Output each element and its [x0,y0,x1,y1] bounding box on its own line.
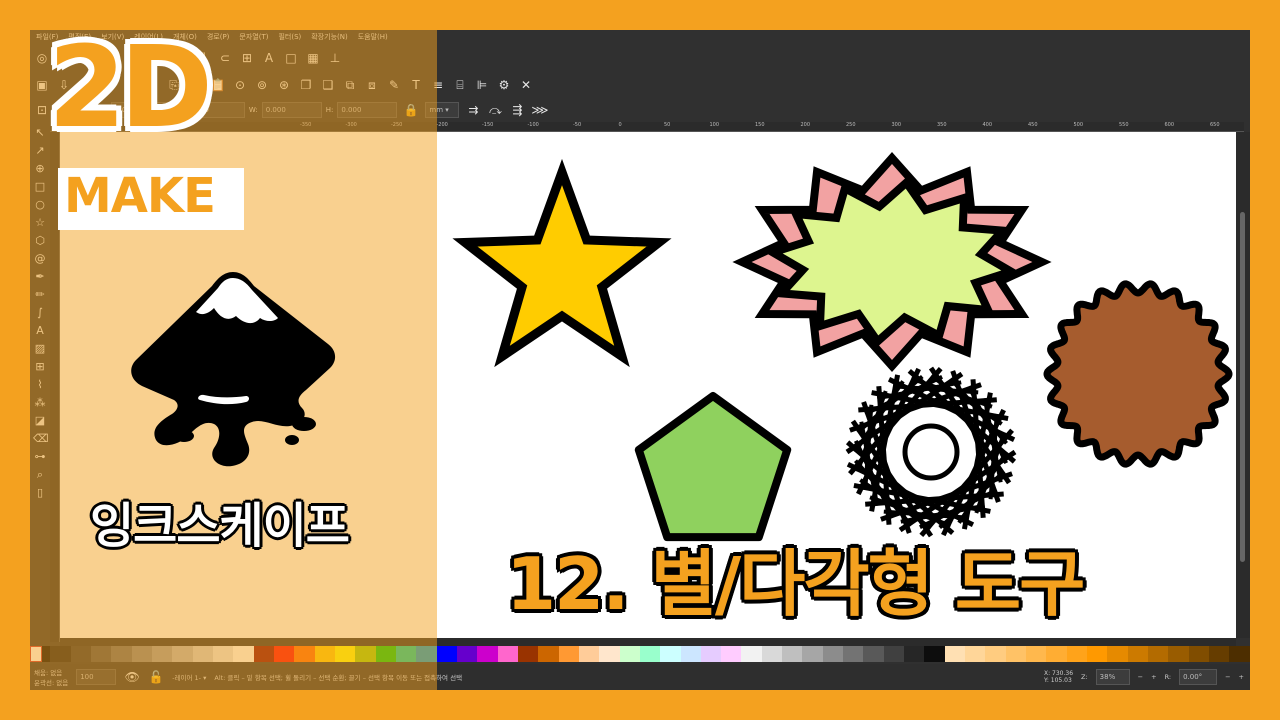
palette-swatch[interactable] [1127,646,1149,662]
zoom-label: Z: [1081,673,1088,681]
palette-swatch[interactable] [985,646,1006,662]
palette-swatch[interactable] [497,646,518,662]
move-gradient-icon[interactable]: ⇶ [509,102,525,118]
ruler-tick-label: 300 [891,122,902,128]
ruler-tick-label: 500 [1073,122,1084,128]
y-label: Y: [1043,677,1049,684]
five-point-star-shape[interactable] [452,158,672,368]
palette-swatch[interactable] [1107,646,1128,662]
ruler-tick-label: 550 [1119,122,1129,128]
rotate-value: 0.00° [1183,673,1203,681]
palette-swatch[interactable] [1168,646,1189,662]
lesson-title: 12. 별/다각형 도구 [506,542,1085,626]
ruler-tick-label: -100 [527,122,539,128]
palette-swatch[interactable] [477,646,498,662]
palette-swatch[interactable] [538,646,559,662]
palette-swatch[interactable] [599,646,620,662]
palette-swatch[interactable] [1188,646,1210,662]
palette-swatch[interactable] [843,646,864,662]
y-value: 105.03 [1050,677,1072,684]
rotate-label: R: [1164,673,1172,681]
palette-swatch[interactable] [1229,646,1250,662]
palette-swatch[interactable] [863,646,884,662]
preferences-icon[interactable]: ⚙ [496,77,512,93]
palette-swatch[interactable] [517,646,539,662]
scale-stroke-icon[interactable]: ⇉ [465,102,481,118]
palette-swatch[interactable] [456,646,478,662]
palette-swatch[interactable] [680,646,701,662]
palette-swatch[interactable] [822,646,844,662]
app-name-title: 잉크스케이프 [90,498,350,554]
palette-swatch[interactable] [721,646,742,662]
palette-swatch[interactable] [802,646,823,662]
zoom-minus-button[interactable]: − [1138,673,1143,681]
palette-swatch[interactable] [1066,646,1088,662]
brand-make-box: MAKE [58,168,244,230]
ruler-tick-label: -150 [482,122,494,128]
palette-swatch[interactable] [1087,646,1108,662]
palette-swatch[interactable] [558,646,579,662]
brand-make-text: MAKE [64,168,216,224]
vertical-scrollbar[interactable] [1236,132,1250,638]
brand-2d-text: 2D [48,23,213,153]
palette-swatch[interactable] [761,646,783,662]
ruler-tick-label: 350 [937,122,947,128]
thumbnail-frame: 파일(F)편집(E)보기(V)레이어(L)개체(O)경로(P)문자열(T)필터(… [0,0,1280,720]
palette-swatch[interactable] [1026,646,1047,662]
rotate-plus-button[interactable]: + [1239,673,1244,681]
palette-swatch[interactable] [1005,646,1027,662]
ruler-tick-label: 650 [1210,122,1220,128]
move-pattern-icon[interactable]: ⋙ [531,102,548,118]
ruler-tick-label: -50 [573,122,582,128]
ruler-tick-label: 0 [618,122,622,128]
rotate-field[interactable]: 0.00° [1179,669,1218,685]
palette-swatch[interactable] [700,646,722,662]
xml-editor-icon[interactable]: ⌸ [452,77,468,93]
ruler-tick-label: 400 [982,122,993,128]
palette-swatch[interactable] [1148,646,1169,662]
palette-swatch[interactable] [883,646,905,662]
palette-swatch[interactable] [660,646,681,662]
ruler-tick-label: 250 [846,122,856,128]
palette-swatch[interactable] [944,646,966,662]
palette-swatch[interactable] [924,646,945,662]
zoom-value: 38% [1099,673,1116,681]
ruler-tick-label: 450 [1028,122,1038,128]
cursor-coordinates: X: 730.36 Y: 105.03 [1044,670,1073,684]
ruler-tick-label: 600 [1164,122,1175,128]
x-value: 730.36 [1052,670,1074,677]
ruler-tick-label: 100 [709,122,720,128]
align-distribute-icon[interactable]: ⊫ [474,77,490,93]
palette-swatch[interactable] [782,646,803,662]
palette-swatch[interactable] [904,646,925,662]
inkscape-logo-icon [131,272,336,467]
zoom-plus-button[interactable]: + [1151,673,1156,681]
ruler-tick-label: 50 [664,122,671,128]
rotate-minus-button[interactable]: − [1225,673,1230,681]
scale-corners-icon[interactable]: ⤼ [487,102,503,118]
ruler-tick-label: 150 [755,122,765,128]
spirograph-star-shape[interactable] [845,366,1017,538]
ruler-tick-label: 200 [800,122,811,128]
zoom-field[interactable]: 38% [1095,669,1130,685]
palette-swatch[interactable] [436,646,457,662]
x-label: X: [1043,670,1051,677]
scrollbar-thumb[interactable] [1240,212,1245,562]
tools-icon[interactable]: ✕ [518,77,534,93]
ruler-tick-label: -200 [436,122,448,128]
palette-swatch[interactable] [741,646,762,662]
palette-swatch[interactable] [619,646,640,662]
spirograph-center-hole [902,423,960,481]
palette-swatch[interactable] [965,646,986,662]
palette-swatch[interactable] [578,646,600,662]
palette-swatch[interactable] [639,646,661,662]
scalloped-circle-shape[interactable] [1043,280,1233,468]
pentagon-shape[interactable] [634,392,792,542]
palette-swatch[interactable] [1209,646,1230,662]
palette-swatch[interactable] [1046,646,1067,662]
